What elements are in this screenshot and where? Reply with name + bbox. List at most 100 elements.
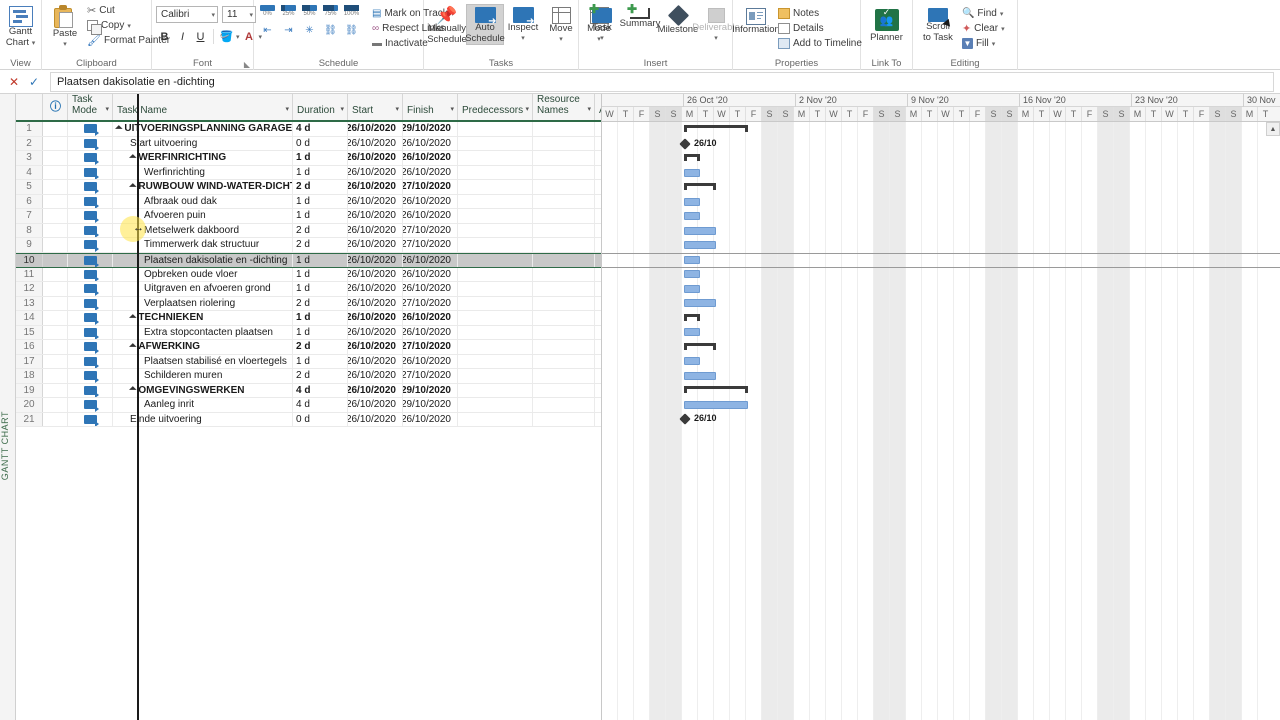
duration-cell[interactable]: 1 d <box>293 354 348 368</box>
row-indicator[interactable] <box>43 165 68 179</box>
finish-cell[interactable]: 26/10/2020 <box>403 325 458 339</box>
task-name-cell[interactable]: ◢ WERFINRICHTING <box>113 151 293 165</box>
predecessors-cell[interactable] <box>458 311 533 325</box>
row-number[interactable]: 12 <box>16 282 43 296</box>
task-name-cell[interactable]: Werfinrichting <box>113 165 293 179</box>
start-cell[interactable]: 26/10/2020 <box>348 354 403 368</box>
start-cell[interactable]: 26/10/2020 <box>348 412 403 426</box>
table-row[interactable]: 17 Plaatsen stabilisé en vloertegels 1 d 26… <box>16 354 601 369</box>
finish-cell[interactable]: 26/10/2020 <box>403 165 458 179</box>
task-mode-cell[interactable] <box>68 369 113 383</box>
auto-schedule-button[interactable]: Auto Schedule <box>465 4 505 45</box>
finish-cell[interactable]: 27/10/2020 <box>403 180 458 194</box>
start-cell[interactable]: 26/10/2020 <box>348 209 403 223</box>
start-cell[interactable]: 26/10/2020 <box>348 136 403 150</box>
table-row[interactable]: 15 Extra stopcontacten plaatsen 1 d 26/10/2… <box>16 325 601 340</box>
notes-button[interactable]: Notes <box>775 6 865 21</box>
row-indicator[interactable] <box>43 311 68 325</box>
filter-chevron-icon[interactable]: ▾ <box>450 104 454 116</box>
finish-cell[interactable]: 29/10/2020 <box>403 398 458 412</box>
filter-chevron-icon[interactable]: ▾ <box>340 104 344 116</box>
filter-chevron-icon[interactable]: ▾ <box>285 104 289 116</box>
duration-cell[interactable]: 2 d <box>293 340 348 354</box>
row-number[interactable]: 19 <box>16 383 43 397</box>
move-button[interactable]: Move ▾ <box>542 4 580 44</box>
row-number-header[interactable] <box>16 94 43 120</box>
task-mode-cell[interactable] <box>68 340 113 354</box>
row-number[interactable]: 4 <box>16 165 43 179</box>
paste-button[interactable]: Paste ▾ <box>46 2 84 49</box>
row-number[interactable]: 6 <box>16 194 43 208</box>
row-number[interactable]: 14 <box>16 311 43 325</box>
finish-cell[interactable]: 27/10/2020 <box>403 296 458 310</box>
finish-cell[interactable]: 26/10/2020 <box>403 253 458 267</box>
row-number[interactable]: 1 <box>16 122 43 136</box>
row-indicator[interactable] <box>43 223 68 237</box>
gantt-bars-area[interactable]: 26/10 26/10 <box>602 122 1280 720</box>
start-cell[interactable]: 26/10/2020 <box>348 267 403 281</box>
task-mode-cell[interactable] <box>68 267 113 281</box>
details-button[interactable]: Details <box>775 21 865 36</box>
predecessors-cell[interactable] <box>458 383 533 397</box>
row-indicator[interactable] <box>43 369 68 383</box>
start-cell[interactable]: 26/10/2020 <box>348 383 403 397</box>
duration-cell[interactable]: 1 d <box>293 165 348 179</box>
duration-cell[interactable]: 1 d <box>293 267 348 281</box>
gantt-task-bar[interactable] <box>684 357 700 365</box>
duration-cell[interactable]: 2 d <box>293 296 348 310</box>
start-cell[interactable]: 26/10/2020 <box>348 180 403 194</box>
task-name-cell[interactable]: Schilderen muren <box>113 369 293 383</box>
table-row[interactable]: 11 Opbreken oude vloer 1 d 26/10/2020 26/10/… <box>16 267 601 282</box>
font-dialog-launcher[interactable]: ◣ <box>244 60 250 69</box>
row-indicator[interactable] <box>43 325 68 339</box>
indicators-header[interactable]: ⓘ <box>43 94 68 120</box>
row-indicator[interactable] <box>43 340 68 354</box>
gantt-task-bar[interactable] <box>684 284 700 293</box>
collapse-expand-icon[interactable]: ◢ <box>128 182 138 191</box>
start-cell[interactable]: 26/10/2020 <box>348 238 403 252</box>
start-cell[interactable]: 26/10/2020 <box>348 325 403 339</box>
task-name-cell[interactable]: Aanleg inrit <box>113 398 293 412</box>
task-name-header[interactable]: Task Name ▾ <box>113 94 293 120</box>
font-name-combobox[interactable]: Calibri ▾ <box>156 6 218 23</box>
duration-cell[interactable]: 1 d <box>293 253 348 267</box>
task-name-cell[interactable]: Opbreken oude vloer <box>113 267 293 281</box>
resource-names-cell[interactable] <box>533 398 595 412</box>
resource-names-cell[interactable] <box>533 311 595 325</box>
outdent-icon[interactable]: ⇤ <box>260 24 275 37</box>
inspect-button[interactable]: Inspect ▾ <box>504 4 542 43</box>
unlink-tasks-icon[interactable]: ✳ <box>302 24 317 37</box>
table-row[interactable]: 10 Plaatsen dakisolatie en -dichting 1 d 26… <box>16 252 601 268</box>
filter-chevron-icon[interactable]: ▾ <box>395 104 399 116</box>
planner-button[interactable]: Planner <box>865 6 908 45</box>
task-name-cell[interactable]: ◢ AFWERKING <box>113 340 293 354</box>
predecessors-cell[interactable] <box>458 238 533 252</box>
filter-chevron-icon[interactable]: ▾ <box>105 104 109 116</box>
finish-cell[interactable]: 26/10/2020 <box>403 194 458 208</box>
row-indicator[interactable] <box>43 398 68 412</box>
resource-names-header[interactable]: Resource Names ▾ <box>533 94 595 120</box>
task-mode-cell[interactable] <box>68 398 113 412</box>
finish-cell[interactable]: 26/10/2020 <box>403 354 458 368</box>
predecessors-cell[interactable] <box>458 325 533 339</box>
row-indicator[interactable] <box>43 412 68 426</box>
filter-chevron-icon[interactable]: ▾ <box>525 104 529 116</box>
finish-cell[interactable]: 26/10/2020 <box>403 412 458 426</box>
table-row[interactable]: 19 ◢ OMGEVINGSWERKEN 4 d 26/10/2020 29/10/202… <box>16 383 601 398</box>
predecessors-cell[interactable] <box>458 369 533 383</box>
row-indicator[interactable] <box>43 253 68 267</box>
task-mode-cell[interactable] <box>68 383 113 397</box>
duration-header[interactable]: Duration ▾ <box>293 94 348 120</box>
predecessors-cell[interactable] <box>458 267 533 281</box>
row-indicator[interactable] <box>43 194 68 208</box>
resource-names-cell[interactable] <box>533 194 595 208</box>
duration-cell[interactable]: 1 d <box>293 325 348 339</box>
row-indicator[interactable] <box>43 209 68 223</box>
resource-names-cell[interactable] <box>533 165 595 179</box>
bold-button[interactable]: B <box>156 28 173 45</box>
gantt-task-bar[interactable] <box>684 168 700 177</box>
task-name-cell[interactable]: Uitgraven en afvoeren grond <box>113 282 293 296</box>
task-name-cell[interactable]: Einde uitvoering <box>113 412 293 426</box>
table-row[interactable]: 2 Start uitvoering 0 d 26/10/2020 26/10/2020 <box>16 136 601 151</box>
accept-edit-button[interactable]: ✓ <box>24 75 44 89</box>
